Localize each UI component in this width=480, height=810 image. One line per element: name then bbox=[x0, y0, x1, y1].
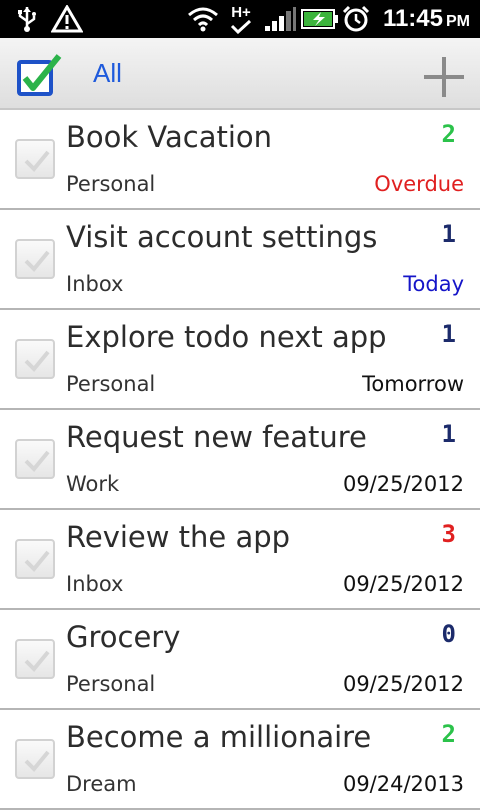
task-due-date: Tomorrow bbox=[362, 372, 464, 396]
task-list-label: Personal bbox=[66, 672, 156, 696]
task-checkbox[interactable] bbox=[15, 339, 55, 379]
task-checkbox[interactable] bbox=[15, 239, 55, 279]
task-title: Request new feature bbox=[66, 420, 367, 454]
task-title: Book Vacation bbox=[66, 120, 273, 154]
task-row[interactable]: Visit account settings Inbox 1 Today bbox=[0, 210, 480, 310]
task-checkbox[interactable] bbox=[15, 639, 55, 679]
checkmark-icon bbox=[24, 250, 50, 272]
task-checkbox[interactable] bbox=[15, 739, 55, 779]
task-row[interactable]: Explore todo next app Personal 1 Tomorrow bbox=[0, 310, 480, 410]
task-priority: 2 bbox=[441, 720, 456, 748]
network-label: H+ bbox=[231, 3, 251, 21]
checkmark-icon bbox=[24, 550, 50, 572]
task-priority: 1 bbox=[441, 220, 456, 248]
task-checkbox[interactable] bbox=[15, 139, 55, 179]
hplus-network-icon: H+ bbox=[226, 4, 256, 34]
checkmark-icon bbox=[24, 150, 50, 172]
task-list-label: Personal bbox=[66, 372, 156, 396]
alarm-icon bbox=[340, 4, 372, 34]
warning-icon bbox=[50, 4, 84, 34]
task-title: Grocery bbox=[66, 620, 181, 654]
filter-label[interactable]: All bbox=[93, 58, 122, 89]
checkmark-icon bbox=[24, 350, 50, 372]
status-bar: H+ 11:45 PM bbox=[0, 0, 480, 38]
task-due-date: 09/25/2012 bbox=[342, 672, 464, 696]
task-checkbox[interactable] bbox=[15, 439, 55, 479]
checkmark-icon bbox=[24, 450, 50, 472]
task-due-date: 09/25/2012 bbox=[342, 572, 464, 596]
task-list-label: Work bbox=[66, 472, 120, 496]
task-list-label: Inbox bbox=[66, 272, 124, 296]
task-title: Review the app bbox=[66, 520, 291, 554]
task-priority: 2 bbox=[441, 120, 456, 148]
wifi-icon bbox=[186, 4, 220, 34]
task-list-label: Inbox bbox=[66, 572, 124, 596]
checkmark-icon bbox=[24, 650, 50, 672]
task-priority: 1 bbox=[441, 420, 456, 448]
task-title: Explore todo next app bbox=[66, 320, 387, 354]
task-priority: 3 bbox=[441, 520, 456, 548]
task-list-label: Personal bbox=[66, 172, 156, 196]
status-time: 11:45 PM bbox=[383, 5, 470, 33]
task-due-date: 09/24/2013 bbox=[342, 772, 464, 796]
task-list-label: Dream bbox=[66, 772, 137, 796]
time-value: 11:45 bbox=[382, 5, 443, 32]
task-priority: 0 bbox=[441, 620, 456, 648]
task-due-date: 09/25/2012 bbox=[342, 472, 464, 496]
task-title: Visit account settings bbox=[66, 220, 378, 254]
checkmark-icon bbox=[24, 750, 50, 772]
task-title: Become a millionaire bbox=[66, 720, 372, 754]
add-task-button[interactable] bbox=[424, 57, 464, 97]
task-due-date: Today bbox=[403, 272, 464, 296]
task-list: Book Vacation Personal 2 Overdue Visit accou… bbox=[0, 110, 480, 810]
battery-charging-icon bbox=[300, 4, 340, 34]
task-priority: 1 bbox=[441, 320, 456, 348]
signal-icon bbox=[262, 4, 298, 34]
task-row[interactable]: Request new feature Work 1 09/25/2012 bbox=[0, 410, 480, 510]
task-row[interactable]: Become a millionaire Dream 2 09/24/2013 bbox=[0, 710, 480, 810]
time-ampm: PM bbox=[446, 13, 470, 30]
task-checkbox[interactable] bbox=[15, 539, 55, 579]
usb-icon bbox=[14, 4, 40, 34]
action-bar: All bbox=[0, 38, 480, 110]
task-row[interactable]: Book Vacation Personal 2 Overdue bbox=[0, 110, 480, 210]
task-row[interactable]: Grocery Personal 0 09/25/2012 bbox=[0, 610, 480, 710]
task-due-date: Overdue bbox=[374, 172, 464, 196]
checkbox-logo-icon[interactable] bbox=[15, 54, 62, 98]
task-row[interactable]: Review the app Inbox 3 09/25/2012 bbox=[0, 510, 480, 610]
